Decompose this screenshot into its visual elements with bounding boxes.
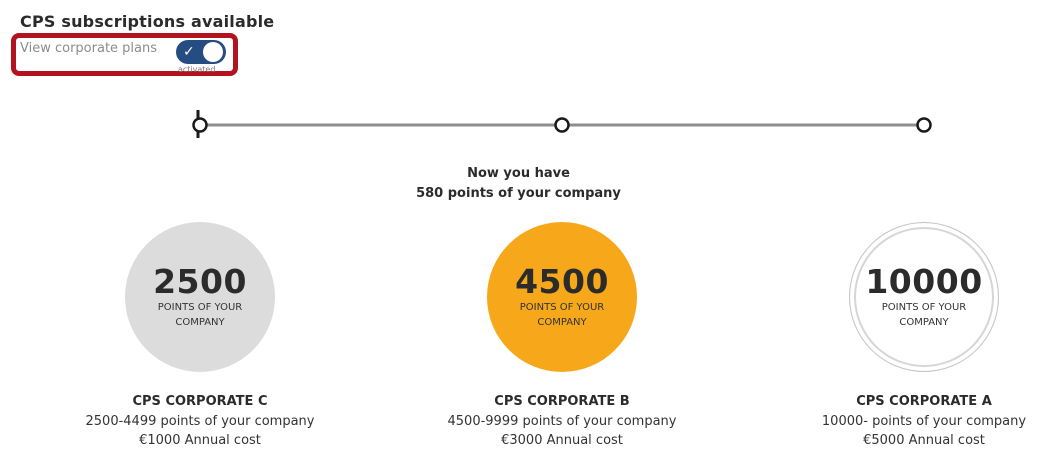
plan-points-circle: 2500 POINTS OF YOUR COMPANY — [125, 222, 275, 372]
corporate-plans-toggle[interactable]: ✓ — [176, 40, 226, 64]
check-icon: ✓ — [183, 44, 195, 60]
plan-card-corporate-b[interactable]: 4500 POINTS OF YOUR COMPANY CPS CORPORAT… — [432, 222, 692, 448]
plan-points-circle: 10000 POINTS OF YOUR COMPANY — [849, 222, 999, 372]
toggle-label: View corporate plans — [20, 41, 158, 56]
plan-cost: €5000 Annual cost — [863, 433, 985, 448]
progress-text-line2: 580 points of your company — [416, 186, 621, 201]
progress-text-line1: Now you have — [467, 166, 570, 181]
plan-points-unit: POINTS OF YOUR COMPANY — [881, 302, 967, 328]
plan-points-value: 2500 — [153, 262, 247, 301]
plan-points-value: 10000 — [865, 262, 983, 301]
toggle-status: activated — [178, 65, 216, 74]
plan-range: 10000- points of your company — [821, 414, 1027, 429]
milestone-marker-b — [554, 117, 570, 133]
milestone-marker-a — [916, 117, 932, 133]
plan-points-value: 4500 — [515, 262, 609, 301]
plan-cost: €3000 Annual cost — [501, 433, 623, 448]
page-title: CPS subscriptions available — [20, 12, 275, 31]
plan-card-corporate-c[interactable]: 2500 POINTS OF YOUR COMPANY CPS CORPORAT… — [70, 222, 330, 448]
plan-cost: €1000 Annual cost — [139, 433, 261, 448]
plan-card-corporate-a[interactable]: 10000 POINTS OF YOUR COMPANY CPS CORPORA… — [794, 222, 1037, 448]
plan-name: CPS CORPORATE C — [132, 394, 268, 409]
points-timeline — [192, 110, 932, 138]
toggle-knob — [203, 42, 223, 62]
plan-name: CPS CORPORATE B — [494, 394, 630, 409]
plan-points-unit: POINTS OF YOUR COMPANY — [519, 302, 605, 328]
plan-points-unit: POINTS OF YOUR COMPANY — [157, 302, 243, 328]
plan-range: 4500-9999 points of your company — [447, 414, 677, 429]
plan-name: CPS CORPORATE A — [856, 394, 992, 409]
milestone-marker-c — [192, 117, 208, 133]
plan-range: 2500-4499 points of your company — [85, 414, 315, 429]
plan-points-circle: 4500 POINTS OF YOUR COMPANY — [487, 222, 637, 372]
